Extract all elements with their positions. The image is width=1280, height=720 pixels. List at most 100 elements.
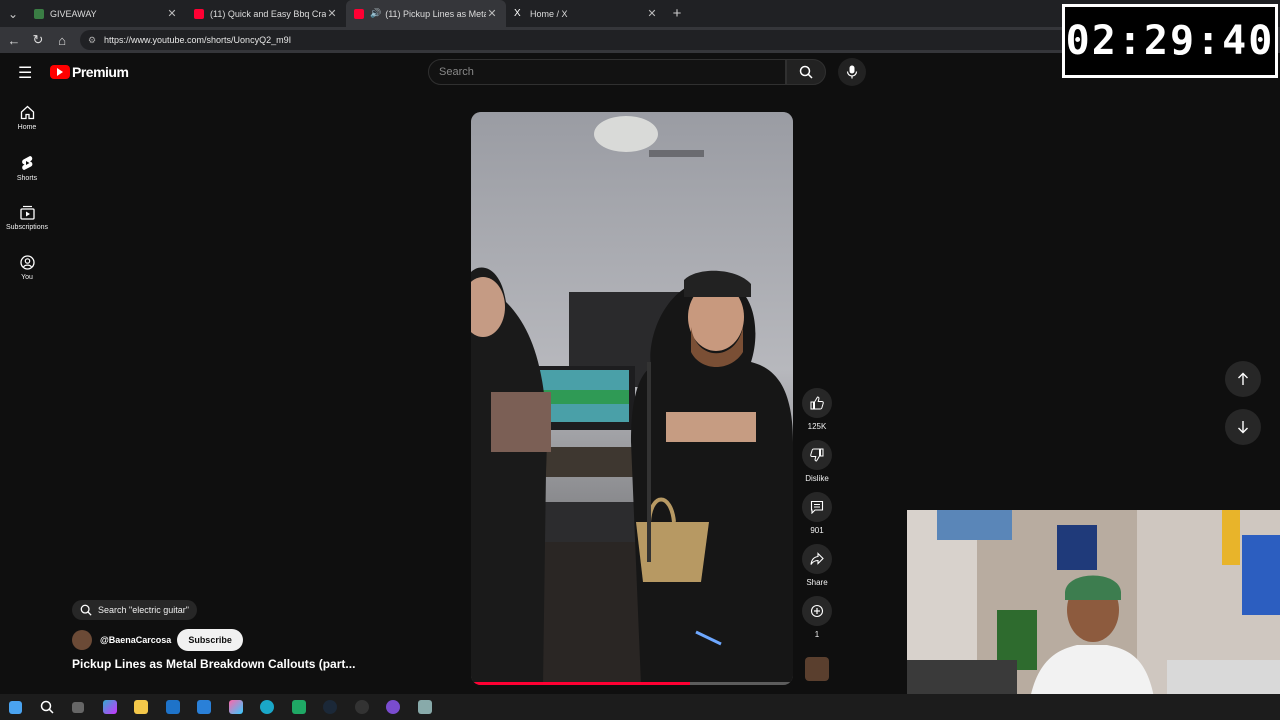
channel-name[interactable]: @BaenaCarcosa	[100, 635, 171, 645]
close-icon[interactable]: ✕	[166, 7, 178, 20]
search-button[interactable]	[786, 59, 826, 85]
suggested-search-text: Search "electric guitar"	[98, 605, 189, 615]
sidebar-item-subscriptions[interactable]: Subscriptions	[0, 193, 54, 243]
tab-favicon	[34, 8, 44, 19]
x-logo-icon: X	[514, 7, 521, 19]
copilot-app-icon[interactable]	[225, 696, 247, 718]
tab-title: (11) Pickup Lines as Metal Bre	[385, 8, 486, 19]
file-explorer-icon[interactable]	[130, 696, 152, 718]
avatar[interactable]	[72, 630, 92, 650]
tab-favicon	[354, 8, 364, 19]
video-progress-bar[interactable]	[471, 682, 793, 685]
browser-tab[interactable]: X Home / X ✕	[506, 0, 666, 27]
tab-title: GIVEAWAY	[50, 8, 97, 19]
tab-favicon	[194, 8, 204, 19]
search-placeholder: Search	[439, 66, 474, 78]
search-icon[interactable]	[36, 696, 58, 718]
share-arrow-icon	[810, 552, 824, 565]
tab-list-chevron-icon[interactable]: ⌄	[0, 0, 26, 27]
steam-icon[interactable]	[319, 696, 341, 718]
app-window-icon[interactable]	[414, 696, 436, 718]
sidebar-item-shorts[interactable]: Shorts	[0, 143, 54, 193]
like-action: 125K	[800, 388, 834, 434]
close-icon[interactable]: ✕	[486, 7, 498, 20]
previous-short-button[interactable]	[1225, 361, 1261, 397]
menu-icon[interactable]: ☰	[18, 63, 36, 83]
next-short-button[interactable]	[1225, 409, 1261, 445]
timer-display: 02:29:40	[1065, 7, 1275, 75]
browser-tab[interactable]: (11) Quick and Easy Bbq Crabs on ✕	[186, 0, 346, 27]
guide-sidebar: Home Shorts Subscriptions You	[0, 93, 54, 293]
remix-icon	[810, 604, 824, 618]
remix-action: 1	[800, 596, 834, 642]
copilot-icon[interactable]	[99, 696, 121, 718]
webcam-image	[907, 510, 1280, 720]
xbox-app-icon[interactable]	[288, 696, 310, 718]
voice-search-button[interactable]	[838, 58, 866, 86]
dislike-button[interactable]	[802, 440, 832, 470]
browser-icon[interactable]	[382, 696, 404, 718]
tab-title: Home / X	[530, 8, 568, 19]
obs-icon[interactable]	[351, 696, 373, 718]
short-title[interactable]: Pickup Lines as Metal Breakdown Callouts…	[72, 657, 452, 671]
share-action: Share	[800, 544, 834, 590]
arrow-down-icon	[1238, 421, 1248, 434]
shorts-icon	[21, 155, 32, 170]
video-frame-image	[471, 112, 793, 685]
channel-row: @BaenaCarcosa Subscribe	[72, 629, 452, 651]
address-bar[interactable]: ⚙ https://www.youtube.com/shorts/UoncyQ2…	[80, 30, 1070, 50]
remix-button[interactable]	[802, 596, 832, 626]
store-icon[interactable]	[193, 696, 215, 718]
share-button[interactable]	[802, 544, 832, 574]
shorts-actions: 125K Dislike 901 Share 1	[800, 388, 834, 648]
suggested-search-chip[interactable]: Search "electric guitar"	[72, 600, 197, 620]
logo-text: Premium	[72, 64, 129, 80]
sidebar-item-you[interactable]: You	[0, 243, 54, 293]
thumbs-down-icon	[810, 448, 824, 462]
task-view-icon[interactable]	[67, 696, 89, 718]
back-arrow-icon[interactable]: ←	[2, 33, 26, 48]
stream-timer-overlay: 02:29:40	[1062, 4, 1278, 78]
speaker-icon[interactable]: 🔊	[370, 8, 381, 19]
thumbs-up-icon	[810, 396, 824, 410]
search-input[interactable]: Search	[428, 59, 786, 85]
outlook-icon[interactable]	[162, 696, 184, 718]
like-count: 125K	[807, 422, 827, 431]
comment-count: 901	[810, 526, 824, 535]
comments-action: 901	[800, 492, 834, 538]
home-icon[interactable]: ⌂	[50, 33, 74, 48]
home-icon	[20, 105, 34, 120]
video-progress-fill	[471, 682, 690, 685]
windows-start-icon[interactable]	[4, 696, 26, 718]
browser-tab-active[interactable]: 🔊 (11) Pickup Lines as Metal Bre ✕	[346, 0, 506, 27]
share-label: Share	[806, 578, 828, 587]
youtube-premium-logo[interactable]: Premium	[50, 64, 129, 80]
sidebar-item-label: You	[21, 274, 33, 281]
remix-count: 1	[814, 630, 820, 639]
reload-icon[interactable]: ↻	[26, 32, 50, 48]
tab-title: (11) Quick and Easy Bbq Crabs on	[210, 8, 326, 19]
comments-button[interactable]	[802, 492, 832, 522]
sidebar-item-label: Subscriptions	[5, 224, 49, 231]
site-info-icon[interactable]: ⚙	[88, 35, 98, 46]
new-tab-plus-icon[interactable]: +	[666, 5, 688, 22]
close-icon[interactable]: ✕	[646, 7, 658, 20]
sidebar-item-label: Home	[17, 124, 37, 131]
you-icon	[19, 255, 35, 270]
shorts-video-player[interactable]	[471, 112, 793, 685]
audio-source-thumbnail[interactable]	[805, 657, 829, 681]
subscriptions-icon	[19, 205, 35, 220]
windows-taskbar	[0, 694, 1280, 720]
close-icon[interactable]: ✕	[326, 7, 338, 20]
edge-icon[interactable]	[256, 696, 278, 718]
search-icon	[80, 604, 92, 616]
browser-tab[interactable]: GIVEAWAY ✕	[26, 0, 186, 27]
sidebar-item-label: Shorts	[16, 174, 38, 182]
sidebar-item-home[interactable]: Home	[0, 93, 54, 143]
youtube-play-icon	[50, 65, 70, 79]
search-icon	[799, 65, 813, 79]
dislike-label: Dislike	[805, 474, 829, 483]
like-button[interactable]	[802, 388, 832, 418]
subscribe-button[interactable]: Subscribe	[177, 629, 243, 651]
dislike-action: Dislike	[800, 440, 834, 486]
